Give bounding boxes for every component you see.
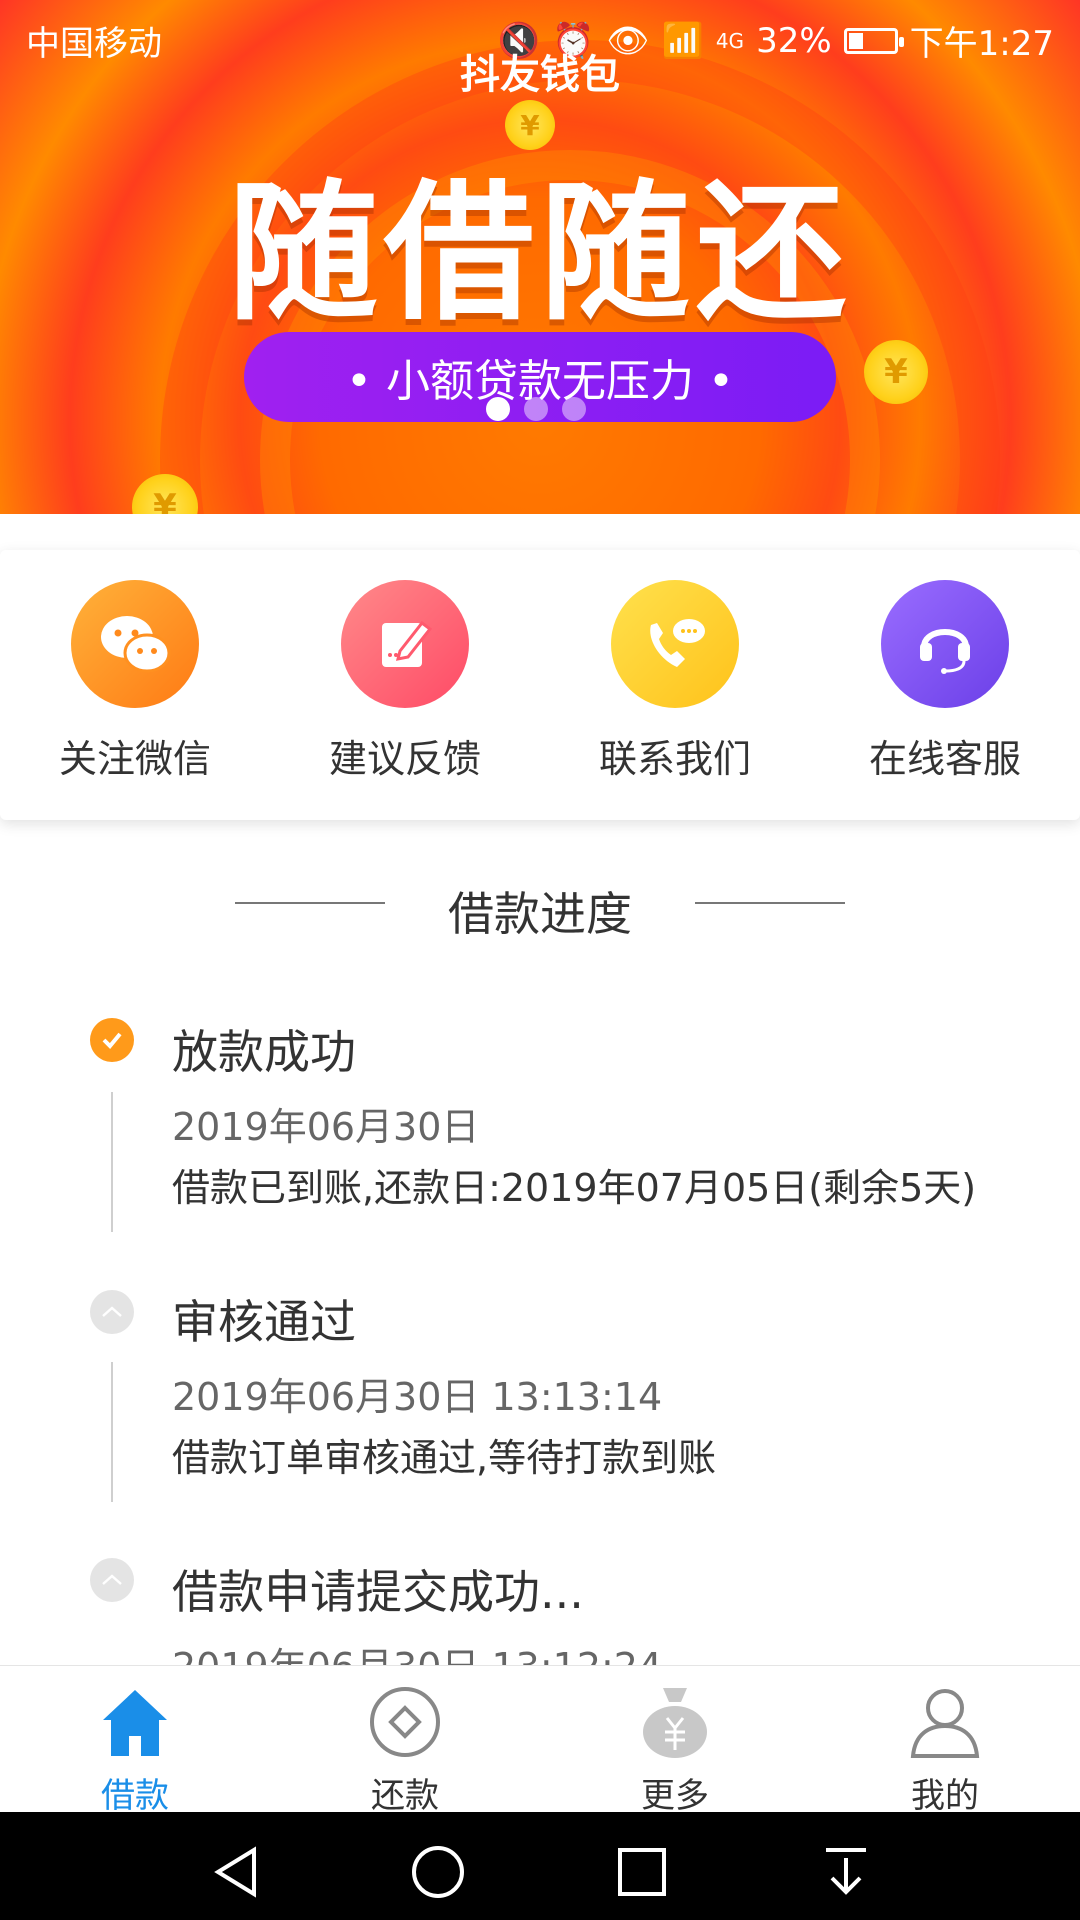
quick-action-follow-wechat[interactable]: 关注微信 (15, 580, 255, 783)
carousel-dot[interactable] (562, 397, 586, 421)
home-circle-icon[interactable] (408, 1842, 468, 1902)
chevron-up-icon (90, 1558, 134, 1602)
coin-icon: ¥ (864, 340, 928, 404)
quick-action-label: 在线客服 (868, 737, 1021, 781)
quick-action-label: 建议反馈 (328, 737, 481, 781)
quick-action-feedback[interactable]: 建议反馈 (285, 580, 525, 783)
timeline-line (111, 1092, 113, 1232)
quick-action-contact-us[interactable]: 联系我们 (555, 580, 795, 783)
quick-actions-card: 关注微信 建议反馈 联系我们 在线客服 (0, 550, 1080, 820)
banner-headline: 随借随还 (227, 167, 852, 341)
chevron-up-icon (90, 1290, 134, 1334)
phone-chat-icon (611, 580, 739, 708)
step-title: 放款成功 (172, 1025, 356, 1079)
tab-label: 我的 (911, 1776, 979, 1816)
step-date: 2019年06月30日 13:13:14 (172, 1375, 663, 1419)
step-date: 2019年06月30日 (172, 1105, 480, 1149)
quick-action-label: 关注微信 (58, 737, 211, 781)
repay-diamond-icon (370, 1687, 440, 1757)
headset-icon (881, 580, 1009, 708)
recent-apps-icon[interactable] (612, 1842, 672, 1902)
step-description: 借款订单审核通过,等待打款到账 (172, 1436, 717, 1480)
check-circle-icon (90, 1018, 134, 1062)
tab-repay[interactable]: 还款 (305, 1684, 505, 1817)
carousel-indicator[interactable] (486, 397, 586, 421)
section-title: 借款进度 (448, 887, 632, 941)
tab-mine[interactable]: 我的 (845, 1684, 1045, 1817)
notification-pull-icon[interactable] (816, 1842, 876, 1902)
feedback-edit-icon (341, 580, 469, 708)
carousel-dot[interactable] (524, 397, 548, 421)
tab-more[interactable]: 更多 (575, 1684, 775, 1817)
timeline-line (111, 1362, 113, 1502)
step-title: 审核通过 (172, 1295, 356, 1349)
step-title: 借款申请提交成功... (172, 1565, 584, 1619)
tab-label: 还款 (371, 1776, 439, 1816)
quick-action-online-service[interactable]: 在线客服 (825, 580, 1065, 783)
tab-label: 借款 (101, 1776, 169, 1816)
home-icon (103, 1690, 167, 1756)
step-description: 借款已到账,还款日:2019年07月05日(剩余5天) (172, 1166, 977, 1210)
back-icon[interactable] (206, 1842, 266, 1902)
tab-borrow[interactable]: 借款 (35, 1684, 235, 1817)
money-bag-icon (643, 1688, 707, 1758)
quick-action-label: 联系我们 (598, 737, 751, 781)
system-nav-bar (0, 1812, 1080, 1920)
carousel-dot[interactable] (486, 397, 510, 421)
brand-name: 抖友钱包 (460, 52, 620, 98)
user-icon (910, 1689, 980, 1758)
promo-banner[interactable]: ¥ ¥ ¥ 中国移动 🔇 ⏰ 👁 📶 4G 32% 下午1:27 抖友钱包 随借… (0, 0, 1080, 514)
divider (695, 902, 845, 904)
bottom-nav: 借款 还款 更多 我的 (0, 1665, 1080, 1816)
tab-label: 更多 (641, 1776, 709, 1816)
wechat-icon (71, 580, 199, 708)
